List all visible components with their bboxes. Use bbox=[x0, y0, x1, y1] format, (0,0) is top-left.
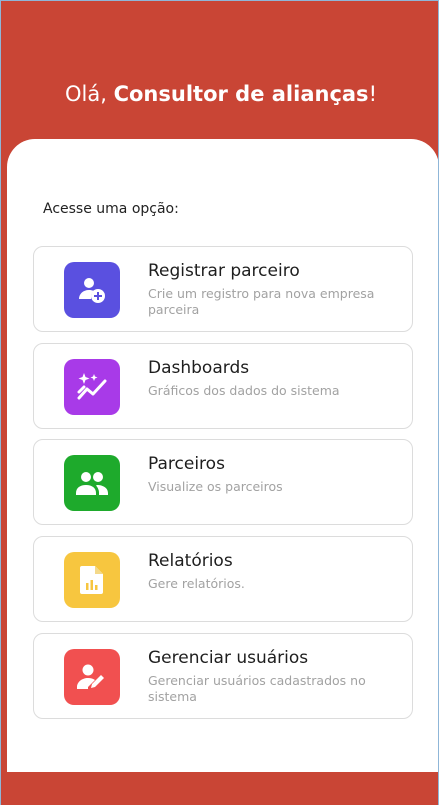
sparkle-chart-icon bbox=[64, 359, 120, 415]
add-user-icon bbox=[64, 262, 120, 318]
option-description: Crie um registro para nova empresa parce… bbox=[148, 286, 375, 317]
user-role: Consultor de alianças bbox=[113, 82, 369, 106]
option-card-gerenciar-usuarios[interactable]: Gerenciar usuários Gerenciar usuários ca… bbox=[33, 633, 413, 719]
option-title: Relatórios bbox=[148, 551, 233, 571]
option-card-parceiros[interactable]: Parceiros Visualize os parceiros bbox=[33, 439, 413, 525]
options-prompt: Acesse uma opção: bbox=[43, 201, 179, 217]
option-description: Gráficos dos dados do sistema bbox=[148, 383, 340, 398]
option-title: Registrar parceiro bbox=[148, 261, 300, 281]
option-title: Parceiros bbox=[148, 454, 225, 474]
greeting-prefix: Olá, bbox=[65, 82, 114, 106]
option-description: Visualize os parceiros bbox=[148, 479, 283, 494]
footer-bar bbox=[0, 772, 439, 805]
report-icon bbox=[64, 552, 120, 608]
option-title: Gerenciar usuários bbox=[148, 648, 309, 668]
greeting: Olá, Consultor de alianças! bbox=[65, 82, 377, 106]
edit-user-icon bbox=[64, 649, 120, 705]
option-card-registrar-parceiro[interactable]: Registrar parceiro Crie um registro para… bbox=[33, 246, 413, 332]
option-description: Gere relatórios. bbox=[148, 576, 245, 591]
option-description: Gerenciar usuários cadastrados no sistem… bbox=[148, 673, 366, 704]
option-card-relatorios[interactable]: Relatórios Gere relatórios. bbox=[33, 536, 413, 622]
greeting-suffix: ! bbox=[368, 82, 377, 106]
option-title: Dashboards bbox=[148, 358, 250, 378]
group-icon bbox=[64, 455, 120, 511]
option-card-dashboards[interactable]: Dashboards Gráficos dos dados do sistema bbox=[33, 343, 413, 429]
